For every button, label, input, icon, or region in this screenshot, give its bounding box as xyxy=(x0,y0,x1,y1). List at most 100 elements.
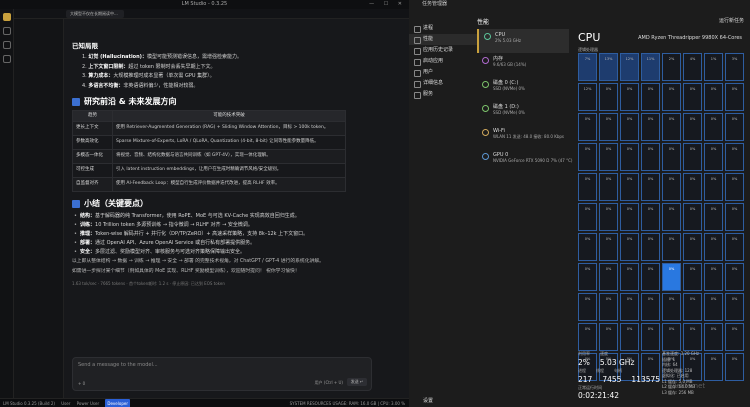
settings-link[interactable]: 设置 xyxy=(409,397,433,404)
cpu-model: AMD Ryzen Threadripper 9980X 64-Cores xyxy=(638,35,742,41)
speed-value: 5.03 GHz xyxy=(599,358,635,367)
core-graph: 0% xyxy=(599,233,618,261)
list-item: 2. 上下文窗口限制：超过 token 限制时会丢失早期上下文。 xyxy=(82,63,216,70)
device-disk-0[interactable]: 磁盘 0 (C:) SSD (NVMe) 0% xyxy=(477,77,569,101)
generation-stats: 1.63 tok/sec · 7665 tokens · 首个token耗时: … xyxy=(72,280,225,286)
mode-power-user[interactable]: Power User xyxy=(77,399,99,407)
resource-usage: SYSTEM RESOURCES USAGE: RAM: 16.0 GB | C… xyxy=(289,401,405,406)
message-input-box[interactable]: Send a message to the model... 用户 (Ctrl … xyxy=(72,357,372,391)
core-graph: 0% xyxy=(599,173,618,201)
core-graph: 0% xyxy=(704,143,723,171)
core-graph: 0% xyxy=(641,293,660,321)
lm-title: LM Studio - 0.3.25 xyxy=(181,1,228,7)
window-controls[interactable]: — ☐ ✕ xyxy=(369,0,406,9)
device-cpu[interactable]: CPU 2% 5.03 GHz xyxy=(477,29,569,53)
cpu-stats: 利用率 速度 2% 5.03 GHz 进程 线程 句柄 217 7455 113575 正常… xyxy=(578,351,744,400)
core-graph: 0% xyxy=(704,233,723,261)
core-graph: 0% xyxy=(704,83,723,111)
device-gpu[interactable]: GPU 0 NVIDIA GeForce RTX 5090 D 7% (47 °C… xyxy=(477,149,572,173)
device-disk-1[interactable]: 磁盘 1 (D:) SSD (NVMe) 0% xyxy=(477,101,569,125)
tm-page-title: 性能 xyxy=(477,19,490,26)
core-graph: 2% xyxy=(662,53,681,81)
core-graph: 0% xyxy=(641,263,660,291)
core-graph: 0% xyxy=(620,143,639,171)
table-row: 参数高效化 Sparse Mixture-of-Experts, LoRA / Q… xyxy=(72,134,346,150)
nav-performance[interactable]: 性能 xyxy=(409,34,477,45)
device-memory[interactable]: 内存 9.6/63 GB (14%) xyxy=(477,53,569,77)
core-graph: 13% xyxy=(599,53,618,81)
threads-value: 7455 xyxy=(602,375,622,384)
core-graph: 0% xyxy=(662,203,681,231)
message-input[interactable]: Send a message to the model... xyxy=(78,362,158,368)
nav-app-history[interactable]: 应用历史记录 xyxy=(409,45,477,56)
core-graph: 0% xyxy=(599,323,618,351)
core-graph: 0% xyxy=(641,173,660,201)
core-graph: 0% xyxy=(662,323,681,351)
uptime-value: 0:02:21:42 xyxy=(578,391,619,400)
table-header: 可能的技术突破 xyxy=(112,109,346,122)
mode-user[interactable]: User xyxy=(61,399,70,407)
core-graph: 0% xyxy=(599,113,618,141)
send-button[interactable]: 发送 ↵ xyxy=(347,378,367,386)
core-graph: 0% xyxy=(620,173,639,201)
list-item: 1. 幻觉 (Hallucination)：模型可能预测错误信息，需增强检索能力… xyxy=(82,54,242,60)
nav-users[interactable]: 用户 xyxy=(409,67,477,78)
role-selector[interactable]: 用户 (Ctrl + U) xyxy=(315,380,343,386)
run-task-button[interactable]: 运行新任务 xyxy=(719,17,744,24)
core-graph: 0% xyxy=(620,233,639,261)
device-wifi[interactable]: Wi-Fi WLAN 11 发送: 48.0 接收: 80.0 Kbps xyxy=(477,125,569,149)
core-graph: 0% xyxy=(725,113,744,141)
core-graph: 0% xyxy=(683,263,702,291)
core-graph: 0% xyxy=(683,293,702,321)
core-graph: 0% xyxy=(641,83,660,111)
core-graph: 11% xyxy=(641,53,660,81)
list-item: 安全：多层过滤、奖励模型对齐、审核服务与可选对齐策略保障输出安全。 xyxy=(72,248,372,256)
core-graph: 3% xyxy=(725,53,744,81)
closing-note: 以上即从整体结构 → 数据 → 训练 → 推理 → 安全 → 部署 的完整技术视… xyxy=(72,258,324,264)
nav-startup[interactable]: 启动应用 xyxy=(409,56,477,67)
core-graph: 0% xyxy=(599,83,618,111)
section-icon xyxy=(72,199,80,208)
wifi-graph-icon xyxy=(482,129,489,136)
core-graph: 0% xyxy=(704,113,723,141)
list-item: 结构：基于解码器的纯 Transformer，使用 RoPE、MoE 与可选 K… xyxy=(72,212,372,220)
core-graph: 0% xyxy=(641,233,660,261)
core-graph: 0% xyxy=(725,83,744,111)
core-graph: 0% xyxy=(683,173,702,201)
chat-icon[interactable] xyxy=(3,13,11,21)
core-graph: 0% xyxy=(662,113,681,141)
core-graph: 0% xyxy=(725,173,744,201)
developer-icon[interactable] xyxy=(3,27,11,35)
lm-title-bar: LM Studio - 0.3.25 — ☐ ✕ xyxy=(0,0,409,9)
core-graph: 0% xyxy=(683,323,702,351)
core-graph: 0% xyxy=(683,113,702,141)
core-graph: 0% xyxy=(578,233,597,261)
core-graph: 0% xyxy=(641,203,660,231)
table-row: 更长上下文 使用 Retriever-Augmented Generation (… xyxy=(72,120,346,136)
core-graph: 0% xyxy=(704,293,723,321)
core-graph: 0% xyxy=(725,203,744,231)
table-row: 自监督对齐 使用 AI-Feedback Loop：模型自行生成评价数据并迭代改进… xyxy=(72,176,346,192)
app-version: LM Studio 0.3.25 (Build 2) xyxy=(3,401,55,406)
desktop: LM Studio - 0.3.25 — ☐ ✕ 大模型不仅在长期阅读中... … xyxy=(0,0,750,407)
section-research-title: 研究前沿 & 未来发展方向 xyxy=(72,97,372,106)
search-icon[interactable] xyxy=(3,55,11,63)
threads-label: 线程 xyxy=(596,368,604,373)
chat-tab[interactable]: 大模型不仅在长期阅读中... xyxy=(66,10,124,18)
core-graph: 0% xyxy=(725,143,744,171)
nav-services[interactable]: 服务 xyxy=(409,89,477,100)
mode-developer[interactable]: Developer xyxy=(105,399,130,407)
proc-label: 进程 xyxy=(578,368,586,373)
util-label: 利用率 xyxy=(578,351,590,356)
attach-button[interactable]: + 0 xyxy=(78,381,85,386)
list-item: 推理：Token-wise 解码并行 + 并行化（DP/TP/ZeRO）+ 高速… xyxy=(72,230,372,238)
core-graph: 12% xyxy=(620,53,639,81)
summary-list: 结构：基于解码器的纯 Transformer，使用 RoPE、MoE 与可选 K… xyxy=(72,212,372,256)
nav-processes[interactable]: 进程 xyxy=(409,23,477,34)
models-icon[interactable] xyxy=(3,41,11,49)
list-item: 部署：通过 OpenAI API、Azure OpenAI Service 或自… xyxy=(72,239,372,247)
core-graph: 7% xyxy=(578,53,597,81)
nav-details[interactable]: 详细信息 xyxy=(409,78,477,89)
left-rail xyxy=(0,9,14,398)
core-graph: 0% xyxy=(620,203,639,231)
